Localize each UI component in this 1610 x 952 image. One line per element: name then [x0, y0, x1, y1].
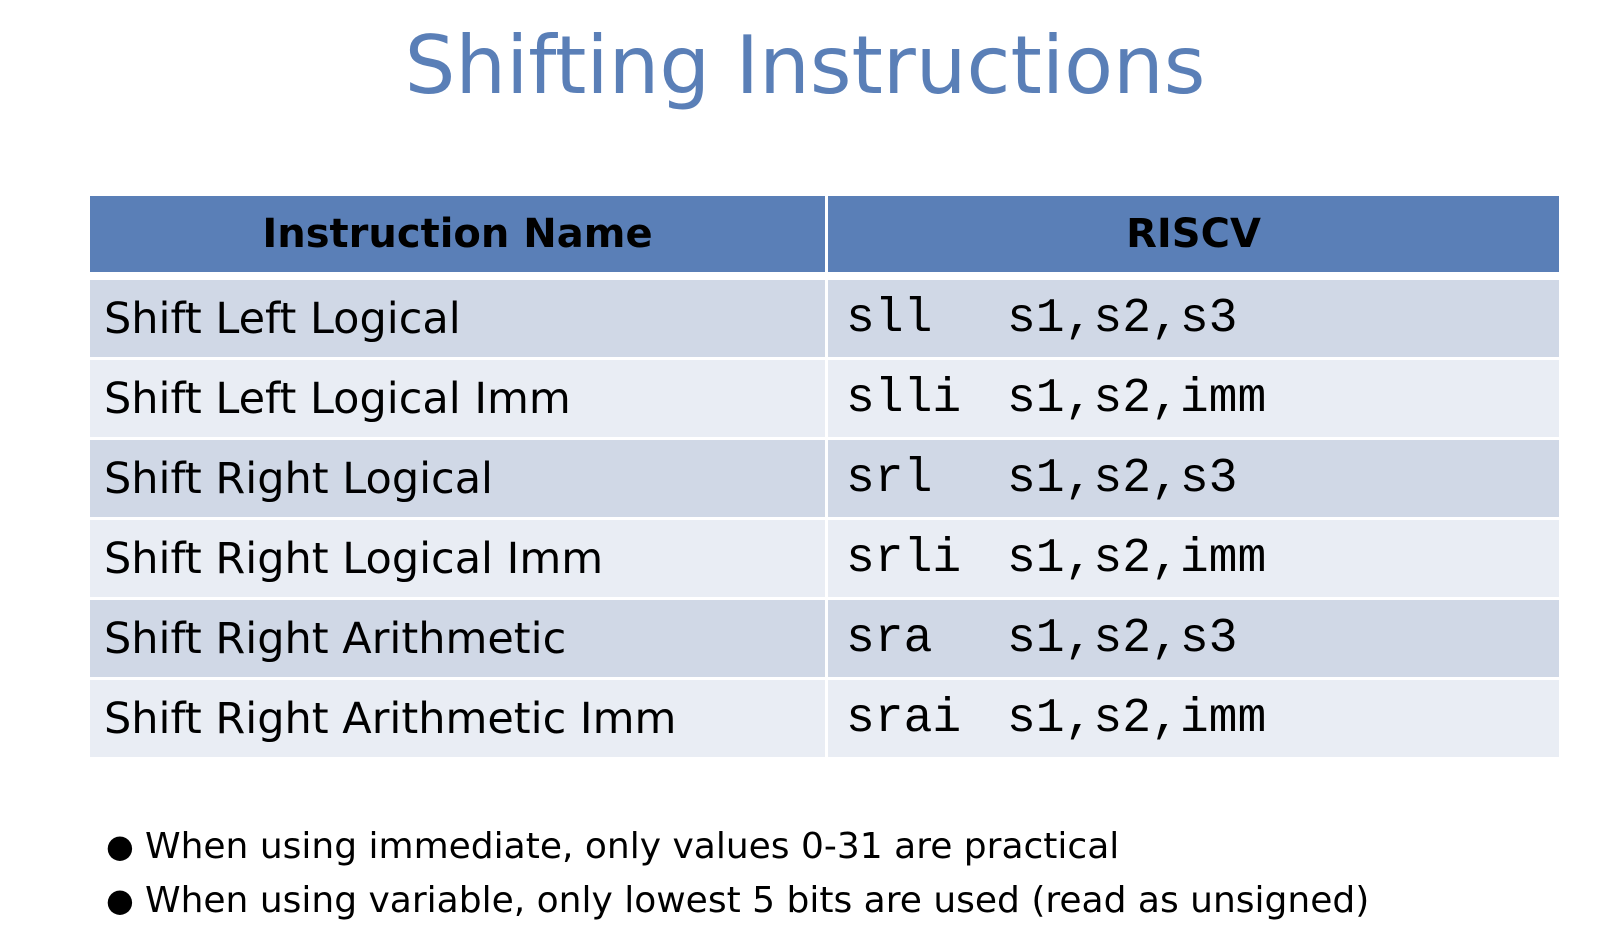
instruction-table: Instruction Name RISCV Shift Left Logica… — [87, 193, 1562, 760]
instruction-name-cell: Shift Right Logical — [87, 437, 828, 520]
instruction-name-cell: Shift Right Logical Imm — [87, 517, 828, 600]
riscv-code-cell: srai s1,s2,imm — [825, 677, 1562, 760]
operands: s1,s2,imm — [1007, 371, 1267, 426]
instruction-table-container: Instruction Name RISCV Shift Left Logica… — [87, 193, 1562, 760]
table-header-row: Instruction Name RISCV — [87, 193, 1562, 280]
bullet-icon: ● — [106, 827, 134, 865]
note-item: ● When using immediate, only values 0-31… — [100, 820, 1369, 874]
operands: s1,s2,imm — [1007, 531, 1267, 586]
table-row: Shift Right Logical srl s1,s2,s3 — [87, 437, 1562, 520]
riscv-code-cell: sra s1,s2,s3 — [825, 597, 1562, 680]
operands: s1,s2,imm — [1007, 691, 1267, 746]
note-text: When using immediate, only values 0-31 a… — [145, 826, 1120, 867]
riscv-code-cell: srl s1,s2,s3 — [825, 437, 1562, 520]
header-instruction-name: Instruction Name — [87, 193, 828, 280]
notes-list: ● When using immediate, only values 0-31… — [100, 820, 1369, 928]
slide-title: Shifting Instructions — [404, 19, 1206, 112]
opcode: sra — [846, 611, 933, 666]
instruction-name-cell: Shift Right Arithmetic Imm — [87, 677, 828, 760]
bullet-icon: ● — [106, 881, 134, 919]
instruction-name-cell: Shift Right Arithmetic — [87, 597, 828, 680]
header-riscv: RISCV — [825, 193, 1562, 280]
riscv-code-cell: sll s1,s2,s3 — [825, 274, 1562, 360]
table-row: Shift Right Arithmetic sra s1,s2,s3 — [87, 597, 1562, 680]
table-row: Shift Left Logical sll s1,s2,s3 — [87, 274, 1562, 360]
instruction-name-cell: Shift Left Logical — [87, 274, 828, 360]
table-row: Shift Left Logical Imm slli s1,s2,imm — [87, 357, 1562, 440]
table-row: Shift Right Logical Imm srli s1,s2,imm — [87, 517, 1562, 600]
instruction-name-cell: Shift Left Logical Imm — [87, 357, 828, 440]
riscv-code-cell: slli s1,s2,imm — [825, 357, 1562, 440]
operands: s1,s2,s3 — [1007, 451, 1238, 506]
operands: s1,s2,s3 — [1007, 291, 1238, 346]
opcode: slli — [846, 371, 962, 426]
table-row: Shift Right Arithmetic Imm srai s1,s2,imm — [87, 677, 1562, 760]
opcode: srai — [846, 691, 962, 746]
operands: s1,s2,s3 — [1007, 611, 1238, 666]
opcode: srli — [846, 531, 962, 586]
note-text: When using variable, only lowest 5 bits … — [145, 880, 1370, 921]
riscv-code-cell: srli s1,s2,imm — [825, 517, 1562, 600]
opcode: srl — [846, 451, 933, 506]
opcode: sll — [846, 291, 933, 346]
note-item: ● When using variable, only lowest 5 bit… — [100, 874, 1369, 928]
